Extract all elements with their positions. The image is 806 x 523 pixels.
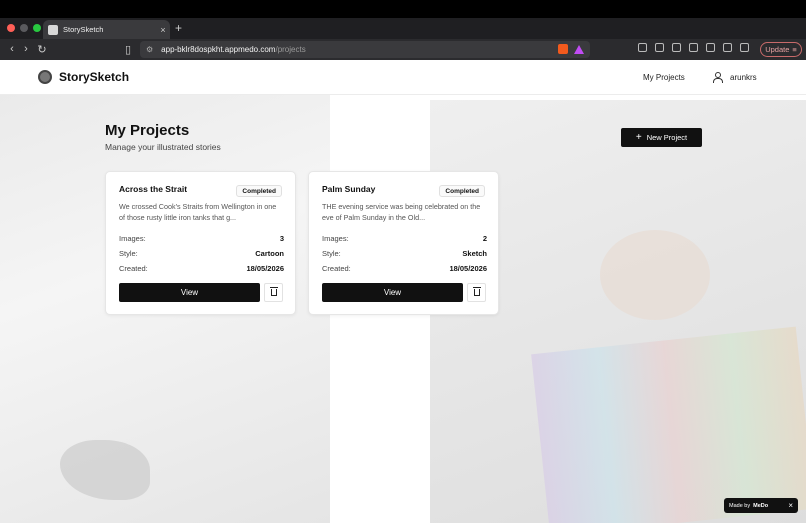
style-row: Style: Sketch bbox=[322, 249, 487, 258]
trash-icon bbox=[472, 287, 481, 296]
style-row: Style: Cartoon bbox=[119, 249, 284, 258]
nav-my-projects[interactable]: My Projects bbox=[643, 73, 685, 82]
menu-icon: ≡ bbox=[792, 45, 797, 54]
update-button[interactable]: Update ≡ bbox=[760, 42, 802, 57]
images-value: 2 bbox=[482, 234, 487, 243]
trash-icon bbox=[269, 287, 278, 296]
minimize-window-button[interactable] bbox=[20, 24, 28, 32]
new-project-label: New Project bbox=[646, 133, 688, 142]
address-bar[interactable]: ⚙ app-bklr8dospkht.appmedo.com/projects bbox=[140, 41, 590, 58]
project-card: Palm Sunday Completed THE evening servic… bbox=[308, 171, 499, 315]
extensions-icon[interactable] bbox=[638, 43, 647, 52]
downloads-icon[interactable] bbox=[672, 43, 681, 52]
user-icon bbox=[713, 72, 723, 83]
forward-icon[interactable]: › bbox=[18, 43, 34, 55]
logo-icon[interactable] bbox=[38, 70, 52, 84]
images-row: Images: 3 bbox=[119, 234, 284, 243]
tab-title: StorySketch bbox=[63, 25, 104, 34]
browser-toolbar: ‹ › ↻ ▯ ⚙ app-bklr8dospkht.appmedo.com/p… bbox=[0, 39, 806, 60]
favicon-icon bbox=[48, 24, 58, 35]
maximize-window-button[interactable] bbox=[33, 24, 41, 32]
page-subtitle: Manage your illustrated stories bbox=[105, 142, 221, 152]
images-label: Images: bbox=[119, 234, 146, 243]
extension-icon[interactable] bbox=[655, 43, 664, 52]
view-button[interactable]: View bbox=[119, 283, 260, 302]
project-title: Across the Strait bbox=[119, 184, 188, 194]
status-badge: Completed bbox=[439, 185, 485, 197]
images-row: Images: 2 bbox=[322, 234, 487, 243]
reload-icon[interactable]: ↻ bbox=[34, 43, 50, 56]
leo-ai-icon[interactable] bbox=[723, 43, 732, 52]
menu-bar bbox=[0, 0, 806, 18]
style-label: Style: bbox=[119, 249, 138, 258]
wallet-icon[interactable] bbox=[706, 43, 715, 52]
background-illustration bbox=[600, 230, 710, 320]
logo-text[interactable]: StorySketch bbox=[59, 70, 129, 84]
project-title: Palm Sunday bbox=[322, 184, 376, 194]
created-label: Created: bbox=[119, 264, 148, 273]
background-illustration bbox=[531, 326, 806, 523]
plus-icon: + bbox=[635, 132, 642, 143]
new-tab-button[interactable]: + bbox=[175, 21, 182, 35]
app-page: StorySketch My Projects arunkrs My Proje… bbox=[0, 60, 806, 523]
view-button[interactable]: View bbox=[322, 283, 463, 302]
images-value: 3 bbox=[279, 234, 284, 243]
brave-shield-icon[interactable] bbox=[558, 44, 568, 54]
made-by-badge[interactable]: Made by MeDo × bbox=[724, 498, 798, 513]
project-description: THE evening service was being celebrated… bbox=[322, 202, 481, 222]
vpn-icon[interactable] bbox=[740, 43, 749, 52]
created-value: 18/05/2026 bbox=[246, 264, 284, 273]
page-title: My Projects bbox=[105, 122, 190, 139]
site-settings-icon[interactable]: ⚙ bbox=[146, 45, 153, 54]
created-row: Created: 18/05/2026 bbox=[322, 264, 487, 273]
style-value: Sketch bbox=[462, 249, 487, 258]
tab-strip: StorySketch × + bbox=[0, 18, 806, 39]
new-project-button[interactable]: + New Project bbox=[621, 128, 702, 147]
made-by-label: Made by bbox=[729, 502, 751, 509]
close-icon[interactable]: × bbox=[788, 501, 793, 510]
status-badge: Completed bbox=[236, 185, 282, 197]
user-menu[interactable]: arunkrs bbox=[730, 73, 757, 82]
created-label: Created: bbox=[322, 264, 351, 273]
style-label: Style: bbox=[322, 249, 341, 258]
bookmark-icon[interactable]: ▯ bbox=[120, 43, 136, 56]
style-value: Cartoon bbox=[255, 249, 284, 258]
delete-button[interactable] bbox=[467, 283, 486, 302]
brand-label: MeDo bbox=[753, 502, 769, 509]
project-description: We crossed Cook's Straits from Wellingto… bbox=[119, 202, 277, 222]
browser-tab[interactable]: StorySketch × bbox=[43, 20, 170, 39]
close-window-button[interactable] bbox=[7, 24, 15, 32]
project-card: Across the Strait Completed We crossed C… bbox=[105, 171, 296, 315]
created-value: 18/05/2026 bbox=[449, 264, 487, 273]
brave-rewards-icon[interactable] bbox=[574, 44, 584, 54]
delete-button[interactable] bbox=[264, 283, 283, 302]
app-header: StorySketch My Projects arunkrs bbox=[0, 60, 806, 95]
url-host: app-bklr8dospkht.appmedo.com bbox=[161, 45, 276, 54]
created-row: Created: 18/05/2026 bbox=[119, 264, 284, 273]
tab-close-icon[interactable]: × bbox=[156, 25, 170, 35]
images-label: Images: bbox=[322, 234, 349, 243]
update-label: Update bbox=[765, 45, 790, 54]
url-path: /projects bbox=[275, 45, 306, 54]
sidebar-icon[interactable] bbox=[689, 43, 698, 52]
